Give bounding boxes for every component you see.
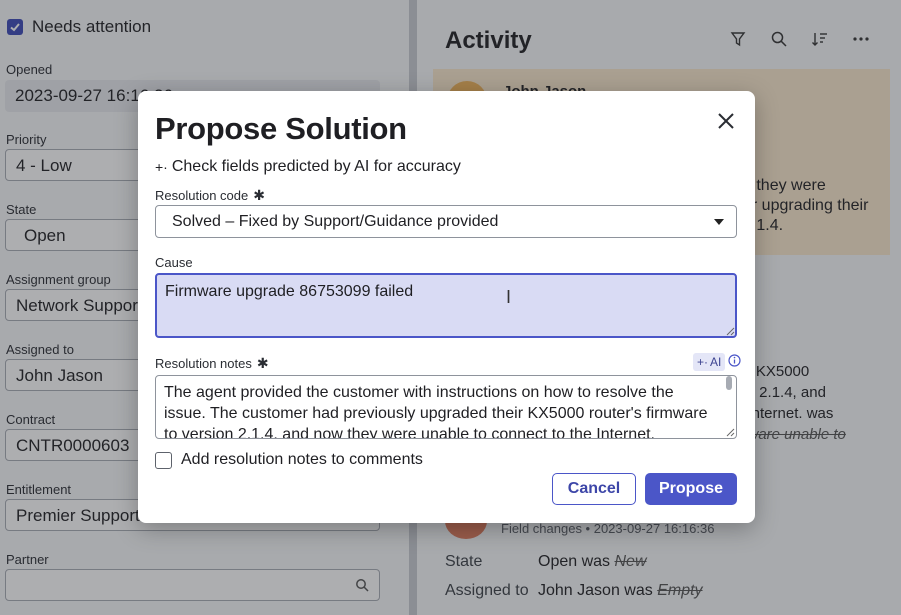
resolution-code-label: Resolution code ✱ — [155, 187, 265, 204]
chevron-down-icon — [714, 219, 724, 225]
ai-accuracy-note: +· Check fields predicted by AI for accu… — [155, 158, 461, 176]
resize-grip-icon[interactable] — [726, 428, 735, 437]
text-cursor-icon: I — [506, 287, 512, 307]
close-icon[interactable] — [714, 109, 738, 133]
resize-grip-icon[interactable] — [726, 327, 735, 336]
resolution-code-label-text: Resolution code — [155, 188, 249, 203]
add-to-comments-checkbox[interactable] — [155, 451, 172, 469]
cause-label: Cause — [155, 255, 193, 270]
resolution-code-value: Solved – Fixed by Support/Guidance provi… — [172, 213, 499, 230]
required-icon: ✱ — [253, 187, 265, 203]
notes-scrollbar[interactable] — [726, 376, 732, 390]
resolution-notes-textarea[interactable]: The agent provided the customer with ins… — [155, 375, 737, 439]
resolution-code-select[interactable]: Solved – Fixed by Support/Guidance provi… — [155, 205, 737, 238]
propose-solution-dialog: Propose Solution +· Check fields predict… — [138, 91, 755, 523]
propose-button[interactable]: Propose — [645, 473, 737, 505]
ai-badge-text: AI — [710, 355, 722, 369]
dialog-title: Propose Solution — [155, 111, 407, 146]
ai-generated-badge: +· AI — [693, 353, 726, 371]
resolution-notes-label: Resolution notes ✱ — [155, 355, 269, 372]
info-icon[interactable] — [728, 354, 741, 367]
ai-note-text: Check fields predicted by AI for accurac… — [171, 158, 461, 175]
sparkle-icon: +· — [155, 159, 168, 175]
cause-textarea[interactable]: Firmware upgrade 86753099 failed — [155, 273, 737, 338]
add-to-comments-row[interactable]: Add resolution notes to comments — [155, 451, 423, 469]
resolution-notes-label-text: Resolution notes — [155, 356, 252, 371]
cancel-button[interactable]: Cancel — [552, 473, 636, 505]
required-icon: ✱ — [256, 355, 269, 371]
sparkle-icon: +· — [697, 355, 709, 369]
add-to-comments-label: Add resolution notes to comments — [181, 451, 423, 468]
